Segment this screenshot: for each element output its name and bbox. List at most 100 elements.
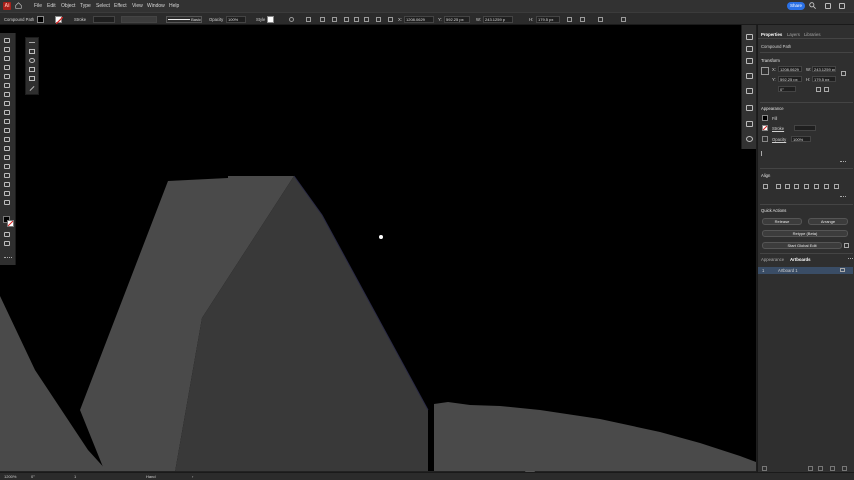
stroke-label[interactable]: Stroke	[74, 17, 86, 22]
tab-artboards[interactable]: Artboards	[790, 257, 811, 262]
distribute-icon[interactable]	[376, 17, 381, 22]
recolor-icon[interactable]	[289, 17, 294, 22]
align-to-icon[interactable]	[763, 184, 768, 189]
graph-tool-icon[interactable]	[4, 173, 12, 179]
x-field[interactable]: 1208.0629	[404, 16, 434, 23]
transform-h-field[interactable]: 179.5 px	[812, 76, 836, 82]
draw-mode-icon[interactable]	[4, 232, 12, 238]
align-right-icon[interactable]	[332, 17, 337, 22]
stroke-swatch[interactable]	[55, 16, 64, 25]
color-panel-icon[interactable]	[746, 136, 753, 142]
start-global-edit-button[interactable]: Start Global Edit	[762, 242, 842, 249]
brushes-panel-icon[interactable]	[746, 88, 753, 94]
delete-artboard-icon[interactable]	[842, 466, 847, 471]
flip-horizontal-icon[interactable]	[816, 87, 821, 92]
align-center-icon[interactable]	[785, 184, 790, 189]
artboards-menu-icon[interactable]	[848, 258, 853, 260]
symbol-sprayer-tool-icon[interactable]	[4, 164, 12, 170]
shape-builder-tool-icon[interactable]	[4, 128, 12, 134]
more-options-icon[interactable]	[840, 161, 846, 163]
pencil-tool-icon[interactable]	[4, 74, 12, 80]
transform-w-field[interactable]: 243.1259 px	[812, 66, 836, 72]
tab-libraries[interactable]: Libraries	[804, 32, 820, 37]
reference-point-icon[interactable]	[761, 67, 769, 75]
variable-width-profile[interactable]	[121, 16, 157, 23]
menu-object[interactable]: Object	[61, 3, 75, 9]
star-tool-icon[interactable]	[29, 76, 37, 82]
paintbrush-tool-icon[interactable]	[4, 83, 12, 89]
eyedropper-tool-icon[interactable]	[4, 146, 12, 152]
release-button[interactable]: Release	[762, 218, 802, 225]
rotate-tool-icon[interactable]	[4, 101, 12, 107]
gradient-tool-icon[interactable]	[4, 137, 12, 143]
selection-tool-icon[interactable]	[4, 38, 12, 44]
width-tool-icon[interactable]	[4, 119, 12, 125]
menu-type[interactable]: Type	[80, 3, 91, 9]
zoom-tool-icon[interactable]	[4, 200, 12, 206]
menu-window[interactable]: Window	[147, 3, 165, 9]
menu-file[interactable]: File	[34, 3, 42, 9]
transform-x-field[interactable]: 1208.0629	[778, 66, 802, 72]
w-field[interactable]: 243.1259 p	[483, 16, 513, 23]
artboard-row[interactable]: 1 Artboard 1	[758, 267, 853, 274]
libraries-panel-icon[interactable]	[746, 58, 753, 64]
align-top-icon[interactable]	[344, 17, 349, 22]
more-align-options-icon[interactable]	[840, 196, 846, 198]
symbols-panel-icon[interactable]	[746, 105, 753, 111]
line-segment-tool-icon[interactable]	[29, 85, 37, 91]
reference-point-icon[interactable]	[388, 17, 393, 22]
align-left-icon[interactable]	[306, 17, 311, 22]
align-top-icon[interactable]	[804, 184, 809, 189]
distribute-icon[interactable]	[834, 184, 839, 189]
transform-icon[interactable]	[567, 17, 572, 22]
search-icon[interactable]	[809, 2, 816, 9]
blend-tool-icon[interactable]	[4, 155, 12, 161]
artboard-navigation[interactable]: 1	[74, 474, 76, 479]
constrain-proportions-icon[interactable]	[841, 71, 846, 76]
tab-properties[interactable]: Properties	[761, 32, 782, 37]
opacity-label[interactable]: Opacity	[209, 17, 223, 22]
fill-swatch[interactable]	[37, 16, 44, 23]
opacity-field[interactable]: 100%	[791, 136, 811, 142]
export-panel-icon[interactable]	[746, 73, 753, 79]
panel-menu-icon[interactable]	[621, 17, 626, 22]
align-bottom-icon[interactable]	[824, 184, 829, 189]
tab-appearance[interactable]: Appearance	[761, 257, 784, 262]
zoom-level[interactable]: 1200%	[4, 474, 16, 479]
h-field[interactable]: 179.5 px	[536, 16, 560, 23]
align-middle-icon[interactable]	[814, 184, 819, 189]
menu-edit[interactable]: Edit	[47, 3, 56, 9]
align-middle-icon[interactable]	[354, 17, 359, 22]
polygon-tool-icon[interactable]	[29, 67, 37, 73]
opacity-label[interactable]: Opacity	[772, 137, 786, 142]
align-right-icon[interactable]	[794, 184, 799, 189]
canvas[interactable]	[0, 25, 756, 472]
graphic-styles-panel-icon[interactable]	[746, 121, 753, 127]
ellipse-tool-icon[interactable]	[29, 58, 37, 64]
layers-panel-icon[interactable]	[746, 46, 753, 52]
align-left-icon[interactable]	[776, 184, 781, 189]
workspace-icon[interactable]	[825, 3, 831, 9]
menu-effect[interactable]: Effect	[114, 3, 127, 9]
transform-y-field[interactable]: 592.25 px	[778, 76, 802, 82]
hand-tool-icon[interactable]	[4, 191, 12, 197]
tab-layers[interactable]: Layers	[787, 32, 800, 37]
curvature-tool-icon[interactable]	[4, 65, 12, 71]
style-swatch[interactable]	[267, 16, 274, 23]
flip-vertical-icon[interactable]	[824, 87, 829, 92]
share-button[interactable]: Share	[787, 2, 805, 10]
menu-view[interactable]: View	[132, 3, 143, 9]
collapse-flyout-icon[interactable]	[29, 42, 37, 48]
arrange-documents-icon[interactable]	[839, 3, 845, 9]
arrange-button[interactable]: Arrange	[808, 218, 848, 225]
properties-panel-icon[interactable]	[746, 34, 753, 40]
global-edit-options-icon[interactable]	[844, 243, 849, 248]
menu-select[interactable]: Select	[96, 3, 110, 9]
select-similar-icon[interactable]	[598, 17, 603, 22]
move-down-icon[interactable]	[818, 466, 823, 471]
align-bottom-icon[interactable]	[364, 17, 369, 22]
new-artboard-icon[interactable]	[830, 466, 835, 471]
pen-tool-icon[interactable]	[4, 56, 12, 62]
rotation-level[interactable]: 0°	[31, 474, 35, 479]
stroke-label[interactable]: Stroke	[772, 126, 784, 131]
